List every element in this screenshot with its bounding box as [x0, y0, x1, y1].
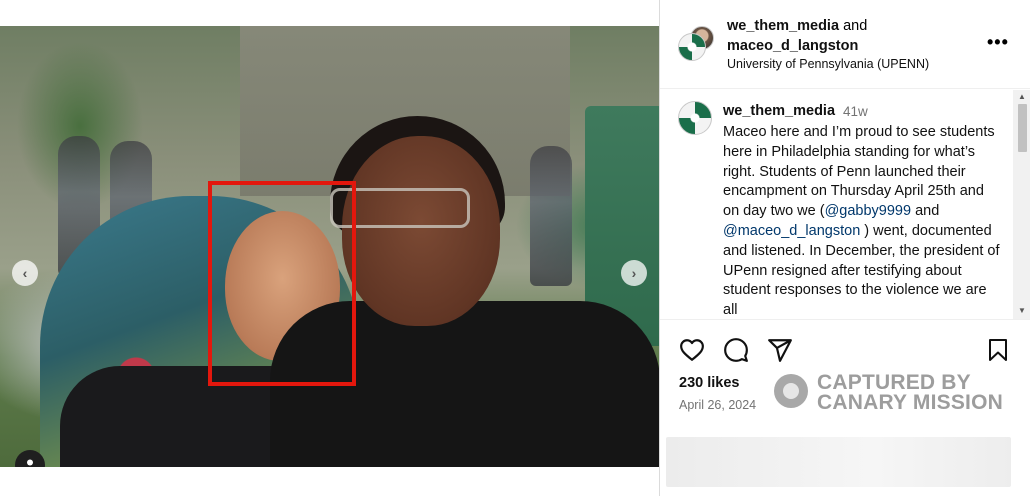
- caption-timestamp[interactable]: 41w: [843, 104, 868, 119]
- carousel-next-button[interactable]: ›: [621, 260, 647, 286]
- watermark-line2: CANARY MISSION: [817, 391, 1003, 414]
- scroll-down-arrow-icon[interactable]: ▼: [1018, 306, 1026, 315]
- caption-section: we_them_media 41w Maceo here and I’m pro…: [660, 90, 1030, 320]
- caption-avatar[interactable]: [678, 101, 712, 135]
- canary-mission-watermark: CAPTURED BY CANARY MISSION: [774, 370, 1004, 414]
- person-right: [270, 116, 659, 467]
- chevron-right-icon: ›: [631, 265, 637, 281]
- bookmark-icon[interactable]: [986, 337, 1010, 363]
- mention-link[interactable]: @gabby9999: [825, 203, 911, 219]
- mention-link[interactable]: @maceo_d_langston: [723, 223, 860, 239]
- canary-logo-icon: [774, 374, 808, 408]
- face-highlight-box: [208, 181, 356, 386]
- share-icon[interactable]: [767, 337, 793, 363]
- location-link[interactable]: University of Pennsylvania (UPENN): [727, 57, 929, 71]
- heart-icon[interactable]: [679, 337, 705, 363]
- post-side-panel: we_them_media and maceo_d_langston Unive…: [659, 0, 1030, 496]
- caption-text-part: and: [911, 203, 940, 220]
- chevron-left-icon: ‹: [22, 265, 28, 281]
- comment-input-area[interactable]: [666, 437, 1011, 487]
- author-link-we-them-media[interactable]: we_them_media: [727, 18, 839, 34]
- caption-text: Maceo here and I’m proud to see students…: [723, 123, 1003, 319]
- carousel-prev-button[interactable]: ‹: [12, 260, 38, 286]
- likes-count[interactable]: 230 likes: [679, 375, 739, 391]
- scroll-up-arrow-icon[interactable]: ▲: [1018, 92, 1026, 101]
- post-header: we_them_media and maceo_d_langston Unive…: [660, 0, 1030, 89]
- post-date[interactable]: April 26, 2024: [679, 398, 756, 412]
- header-authors: we_them_media and: [727, 17, 867, 35]
- avatar-we-them-media[interactable]: [678, 33, 706, 61]
- caption-username[interactable]: we_them_media: [723, 103, 835, 119]
- author-link-maceo-d-langston[interactable]: maceo_d_langston: [727, 38, 858, 54]
- caption-scrollbar[interactable]: ▲ ▼: [1013, 90, 1030, 319]
- post-image[interactable]: ‹ ›: [0, 26, 659, 467]
- user-tag-icon: [27, 459, 33, 466]
- action-bar: [660, 337, 1030, 367]
- scrollbar-thumb[interactable]: [1018, 104, 1027, 152]
- more-options-button[interactable]: •••: [987, 32, 1009, 52]
- comment-icon[interactable]: [723, 337, 749, 363]
- person-right-face: [342, 136, 500, 326]
- author-connector: and: [843, 18, 868, 34]
